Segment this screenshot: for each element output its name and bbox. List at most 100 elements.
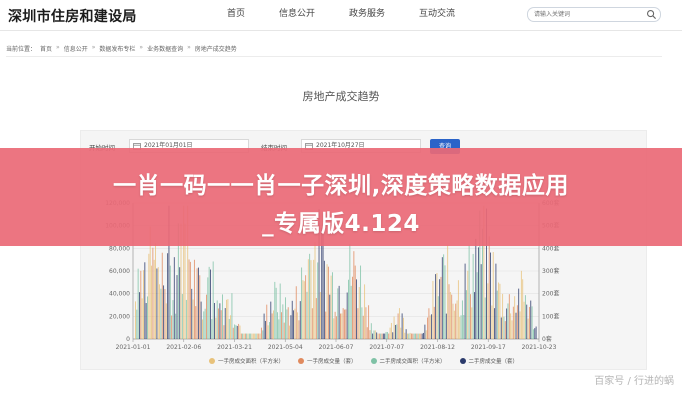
chart-bar xyxy=(348,279,349,339)
chart-bar xyxy=(396,324,398,339)
chart-bar xyxy=(250,333,252,339)
chart-bar xyxy=(409,332,411,339)
chart-bar xyxy=(374,330,376,339)
chart-bar xyxy=(295,286,297,339)
legend-item-second-count[interactable]: 二手房成交量（套） xyxy=(459,357,518,365)
chart-bar xyxy=(204,308,206,339)
chart-bar xyxy=(319,292,321,339)
chart-bar xyxy=(476,272,478,339)
chart-legend: 一手房成交面积（平方米） 一手房成交量（套） 二手房成交面积（平方米） 二手房成… xyxy=(81,357,646,365)
chart-bar xyxy=(415,333,416,339)
chart-bar xyxy=(267,325,269,339)
chart-bar xyxy=(278,319,280,339)
chart-bar xyxy=(195,306,197,339)
chart-bar xyxy=(207,277,209,339)
chart-bar xyxy=(169,265,171,339)
legend-item-new-count[interactable]: 一手房成交量（套） xyxy=(297,357,357,365)
x-tick-label: 2021-01-01 xyxy=(116,344,151,351)
chart-bar xyxy=(291,300,293,339)
chart-bar xyxy=(266,304,268,339)
search-input[interactable] xyxy=(534,9,638,20)
chart-bar xyxy=(252,333,254,339)
chart-bar xyxy=(271,313,273,339)
chart-bar xyxy=(231,293,233,339)
chart-bar xyxy=(508,294,510,339)
chart-bar xyxy=(251,333,253,339)
x-tick-label: 2021-06-07 xyxy=(319,344,354,351)
chart-bar xyxy=(356,279,357,339)
chart-bar xyxy=(141,298,143,339)
breadcrumb-item-data-release[interactable]: 数据发布专栏 xyxy=(99,44,135,53)
chart-bar xyxy=(369,330,371,339)
y-right-tick-label: 200套 xyxy=(542,290,559,298)
legend-swatch xyxy=(208,358,215,364)
chart-bar xyxy=(456,300,458,339)
chart-bar xyxy=(365,307,367,339)
chart-bar xyxy=(313,259,315,339)
chart-bar xyxy=(522,279,524,339)
chart-bar xyxy=(420,333,422,339)
breadcrumb-item-home[interactable]: 首页 xyxy=(40,44,52,53)
chart-bar xyxy=(294,308,296,339)
overlay-banner: 一肖一码一一肖一子深圳,深度策略数据应用 _专属版4.124 xyxy=(0,148,682,246)
banner-title-line-1: 一肖一码一一肖一子深圳,深度策略数据应用 xyxy=(113,173,569,199)
chart-bar xyxy=(137,268,139,339)
chart-bar xyxy=(400,327,402,339)
chart-bar xyxy=(222,294,223,339)
chart-bar xyxy=(461,300,463,339)
y-left-tick-label: 20,000 xyxy=(109,313,130,320)
search-icon[interactable] xyxy=(646,9,657,20)
chart-bar xyxy=(203,311,205,339)
y-left-tick-label: 0 xyxy=(126,336,130,343)
chart-bar xyxy=(519,311,521,339)
chart-bar xyxy=(471,307,473,339)
chart-bar xyxy=(424,324,426,339)
chart-bar xyxy=(468,245,470,339)
x-tick-label: 2021-03-21 xyxy=(217,344,252,351)
legend-item-second-area[interactable]: 二手房成交面积（平方米） xyxy=(370,357,446,365)
chart-bar xyxy=(289,325,290,339)
chart-bar xyxy=(451,294,453,339)
site-title[interactable]: 深圳市住房和建设局 xyxy=(8,6,137,26)
nav-item-services[interactable]: 政务服务 xyxy=(332,0,402,30)
nav-item-home[interactable]: 首页 xyxy=(210,0,262,30)
chart-bar xyxy=(480,264,482,339)
nav-item-info-public[interactable]: 信息公开 xyxy=(262,0,332,30)
chart-bar xyxy=(173,257,175,339)
chart-bar xyxy=(394,324,396,339)
chart-bar xyxy=(214,302,215,339)
chart-bar xyxy=(408,333,410,339)
chart-bar xyxy=(417,333,419,339)
chart-bar xyxy=(298,320,300,339)
chart-bar xyxy=(327,266,329,339)
chart-bar xyxy=(403,317,404,339)
chart-bar xyxy=(210,269,211,339)
breadcrumb-item-info-public[interactable]: 信息公开 xyxy=(64,44,88,53)
legend-item-new-area[interactable]: 一手房成交面积（平方米） xyxy=(208,357,284,365)
chart-bar xyxy=(431,314,433,339)
chart-bar xyxy=(405,329,407,339)
chart-bar xyxy=(325,311,327,339)
chart-bar xyxy=(523,301,525,339)
chart-bar xyxy=(167,253,169,339)
chart-bar xyxy=(227,299,229,339)
breadcrumb-item-business-query[interactable]: 业务数据查询 xyxy=(147,44,183,53)
legend-swatch xyxy=(370,358,377,364)
nav-item-interaction[interactable]: 互动交流 xyxy=(402,0,472,30)
chart-bar xyxy=(362,315,364,339)
chart-bar xyxy=(224,308,226,339)
x-tick-label: 2021-02-06 xyxy=(166,344,201,351)
y-right-tick-label: 0套 xyxy=(542,335,552,343)
chart-bar xyxy=(197,267,199,339)
chart-bar xyxy=(333,318,335,339)
chart-bar xyxy=(358,287,360,339)
chart-bar xyxy=(429,315,431,339)
chart-bar xyxy=(171,315,173,339)
chart-bar xyxy=(232,327,234,339)
chart-bar xyxy=(226,299,228,339)
chart-bar xyxy=(441,257,443,339)
chart-bar xyxy=(297,312,299,339)
chart-bar xyxy=(384,333,386,339)
chart-bar xyxy=(202,319,203,339)
chart-bar xyxy=(192,299,194,339)
